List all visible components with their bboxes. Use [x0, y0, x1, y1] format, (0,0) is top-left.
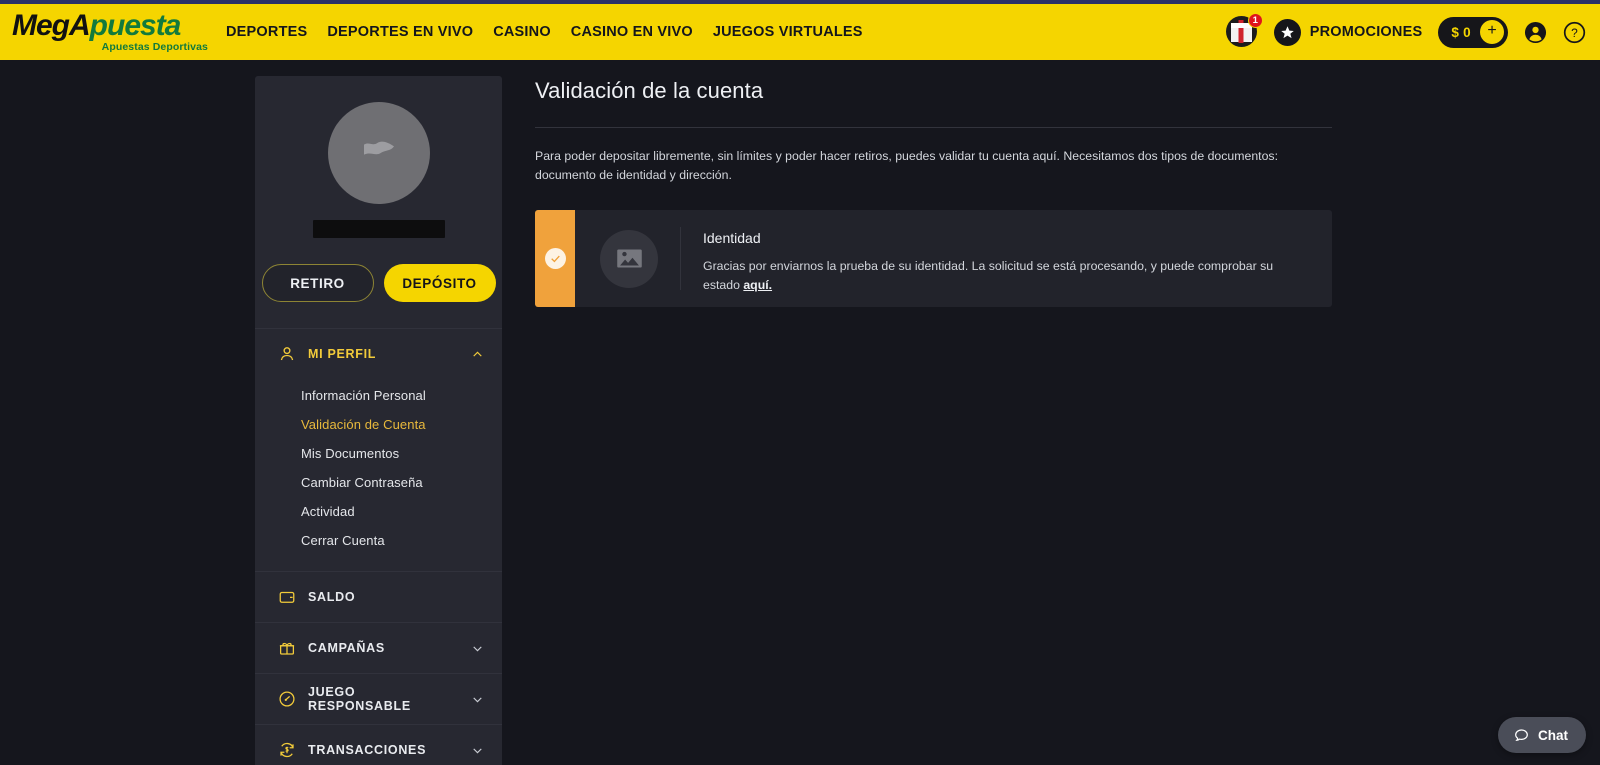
- title-divider: [535, 127, 1332, 128]
- document-body: Identidad Gracias por enviarnos la prueb…: [681, 210, 1332, 307]
- withdraw-button[interactable]: RETIRO: [261, 264, 374, 302]
- nav-item-juegos-virtuales[interactable]: JUEGOS VIRTUALES: [713, 24, 863, 40]
- sidebar-group-header-mi-perfil[interactable]: MI PERFIL: [255, 329, 502, 379]
- document-card-identidad: Identidad Gracias por enviarnos la prueb…: [535, 210, 1332, 308]
- nav-item-deportes-en-vivo[interactable]: DEPORTES EN VIVO: [327, 24, 473, 40]
- sidebar-group-label: MI PERFIL: [308, 347, 377, 361]
- balance-pill[interactable]: $ 0 +: [1438, 16, 1508, 48]
- page-description: Para poder depositar libremente, sin lím…: [535, 149, 1278, 183]
- chat-bubble-icon: [1515, 728, 1528, 741]
- help-button[interactable]: ?: [1563, 21, 1586, 44]
- avatar-placeholder-icon: [363, 141, 394, 155]
- balance-amount: $ 0: [1451, 24, 1471, 40]
- nav-item-casino[interactable]: CASINO: [493, 24, 551, 40]
- sidebar-group-label: SALDO: [308, 590, 356, 604]
- sidebar-group-transacciones: TRANSACCIONES: [255, 724, 502, 765]
- document-status-link[interactable]: aquí.: [743, 278, 772, 292]
- header-right-actions: 1 PROMOCIONES $ 0 + ?: [1225, 13, 1586, 48]
- sidebar-group-header-juego-responsable[interactable]: JUEGO RESPONSABLE: [255, 674, 502, 724]
- nav-item-deportes[interactable]: DEPORTES: [226, 24, 307, 40]
- sidebar-column: RETIRO DEPÓSITO MI PERFIL Información Pe…: [0, 60, 532, 765]
- page-body: RETIRO DEPÓSITO MI PERFIL Información Pe…: [0, 60, 1600, 765]
- main-navigation: DEPORTES DEPORTES EN VIVO CASINO CASINO …: [226, 24, 863, 40]
- star-icon: [1273, 18, 1301, 46]
- site-logo[interactable]: MegApuesta Apuestas Deportivas: [12, 9, 208, 55]
- gift-icon: [277, 639, 296, 658]
- document-thumbnail: [600, 229, 658, 288]
- chevron-down-icon: [473, 645, 482, 652]
- chevron-down-icon: [473, 696, 482, 703]
- sidebar-group-label: TRANSACCIONES: [308, 743, 427, 757]
- currency-refresh-icon: [277, 741, 296, 760]
- sidebar-item-mis-documentos[interactable]: Mis Documentos: [301, 439, 502, 468]
- sidebar-item-cerrar-cuenta[interactable]: Cerrar Cuenta: [301, 526, 502, 555]
- sidebar-item-informacion-personal[interactable]: Información Personal: [301, 381, 502, 410]
- page-title: Validación de la cuenta: [535, 78, 764, 103]
- avatar[interactable]: [327, 102, 430, 204]
- logo-tagline: Apuestas Deportivas: [101, 41, 208, 54]
- sidebar-submenu-mi-perfil: Información Personal Validación de Cuent…: [255, 379, 502, 571]
- logo-wordmark: MegApuesta: [12, 11, 208, 41]
- promotions-label: PROMOCIONES: [1309, 24, 1423, 40]
- svg-text:?: ?: [1571, 25, 1578, 39]
- user-icon: [1524, 21, 1547, 43]
- sidebar-group-header-saldo[interactable]: SALDO: [255, 572, 502, 622]
- wallet-icon: [277, 588, 296, 607]
- gift-notification-badge: 1: [1247, 13, 1263, 28]
- deposit-plus-button[interactable]: +: [1480, 20, 1504, 44]
- document-title: Identidad: [703, 230, 761, 247]
- nav-item-casino-en-vivo[interactable]: CASINO EN VIVO: [571, 24, 693, 40]
- chevron-down-icon: [473, 747, 482, 754]
- account-button[interactable]: [1524, 21, 1547, 44]
- sidebar-group-campanas: CAMPAÑAS: [255, 622, 502, 673]
- chat-widget-button[interactable]: Chat: [1498, 717, 1586, 753]
- chat-label: Chat: [1538, 727, 1568, 743]
- gauge-icon: [277, 690, 296, 709]
- main-content: Validación de la cuenta Para poder depos…: [532, 60, 1600, 765]
- account-actions: RETIRO DEPÓSITO: [255, 264, 502, 328]
- sidebar-group-header-transacciones[interactable]: TRANSACCIONES: [255, 725, 502, 765]
- document-thumbnail-wrap: [575, 227, 681, 291]
- check-circle-icon: [544, 248, 566, 270]
- sidebar-group-juego-responsable: JUEGO RESPONSABLE: [255, 673, 502, 724]
- sidebar-group-saldo: SALDO: [255, 571, 502, 622]
- account-sidebar: RETIRO DEPÓSITO MI PERFIL Información Pe…: [255, 76, 502, 765]
- user-icon: [277, 345, 296, 364]
- question-circle-icon: ?: [1563, 21, 1586, 43]
- sidebar-group-label: CAMPAÑAS: [308, 641, 385, 655]
- logo-part-mega: MegA: [12, 9, 91, 43]
- logo-part-puesta: puesta: [89, 9, 182, 43]
- username-redacted: [312, 220, 445, 238]
- document-status-stripe: [535, 210, 575, 308]
- sidebar-group-label: JUEGO RESPONSABLE: [308, 685, 411, 713]
- document-description-text: Gracias por enviarnos la prueba de su id…: [703, 259, 1274, 292]
- profile-block: RETIRO DEPÓSITO: [255, 76, 502, 328]
- sidebar-item-validacion-de-cuenta[interactable]: Validación de Cuenta: [301, 410, 502, 439]
- sidebar-group-header-campanas[interactable]: CAMPAÑAS: [255, 623, 502, 673]
- deposit-button[interactable]: DEPÓSITO: [383, 264, 496, 302]
- top-header-bar: MegApuesta Apuestas Deportivas DEPORTES …: [0, 4, 1600, 60]
- sidebar-group-mi-perfil: MI PERFIL Información Personal Validació…: [255, 328, 502, 571]
- chevron-up-icon: [473, 350, 482, 357]
- document-description: Gracias por enviarnos la prueba de su id…: [703, 257, 1312, 294]
- sidebar-item-actividad[interactable]: Actividad: [301, 497, 502, 526]
- gift-bonus-button[interactable]: 1: [1225, 13, 1263, 48]
- image-placeholder-icon: [616, 249, 642, 268]
- sidebar-item-cambiar-contrasena[interactable]: Cambiar Contraseña: [301, 468, 502, 497]
- promotions-button[interactable]: PROMOCIONES: [1273, 18, 1423, 46]
